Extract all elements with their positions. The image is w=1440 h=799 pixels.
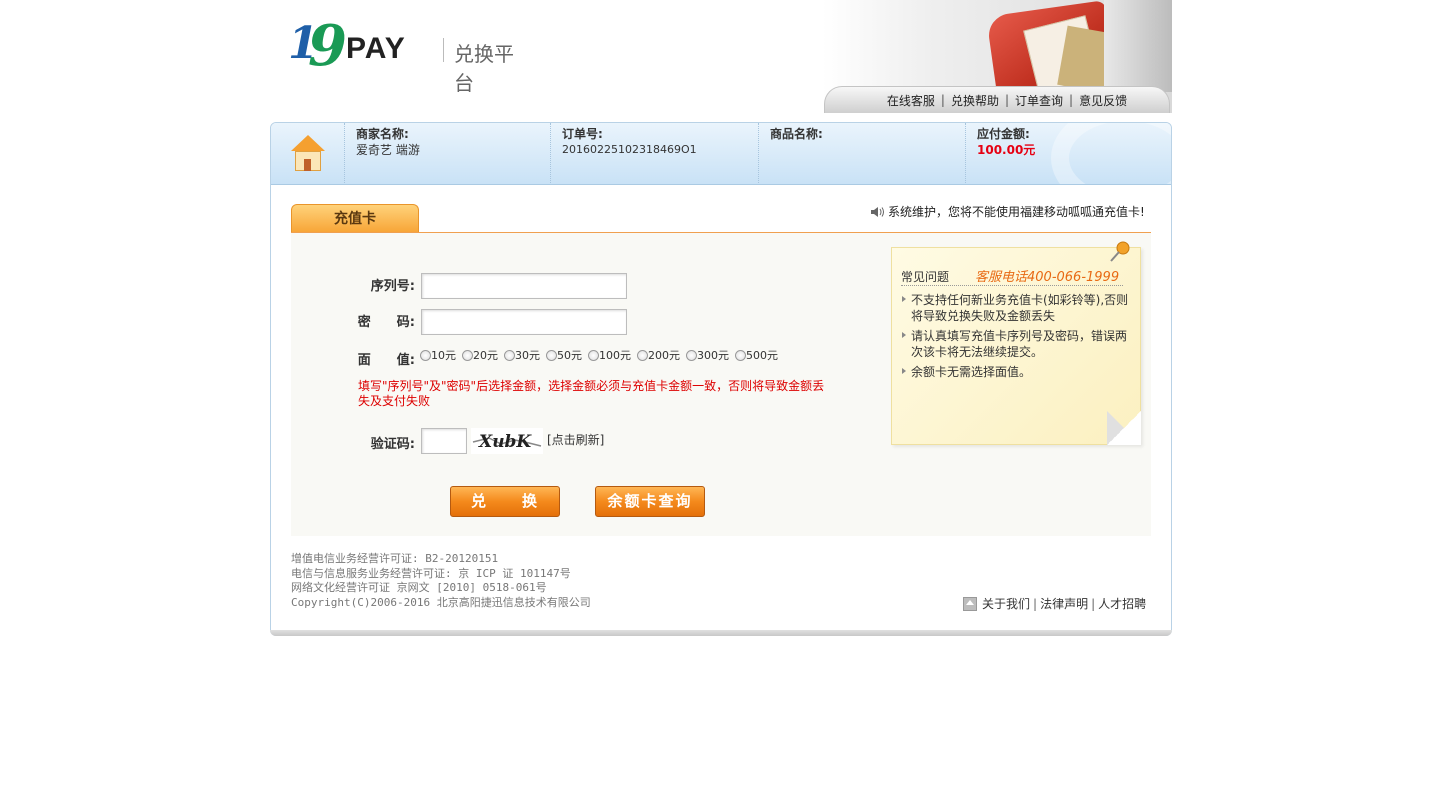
license-info: 增值电信业务经营许可证: B2-20120151 电信与信息服务业务经营许可证:…: [291, 552, 591, 610]
recharge-form-panel: 序列号: 密 码: 面 值: 10元 20元 30元 50元 100元 200元…: [291, 233, 1151, 536]
footer-links: 关于我们 | 法律声明 | 人才招聘: [963, 595, 1146, 612]
captcha-refresh-link[interactable]: [点击刷新]: [547, 431, 604, 448]
link-about-us[interactable]: 关于我们: [982, 595, 1030, 612]
link-separator: |: [1033, 596, 1038, 611]
denomination-option-50[interactable]: 50元: [546, 347, 582, 363]
wallet-clasp-graphic: [1104, 0, 1172, 92]
faq-item: 余额卡无需选择面值。: [901, 364, 1133, 380]
product-info: 商品名称:: [758, 123, 965, 184]
denomination-option-500[interactable]: 500元: [735, 347, 778, 363]
license-line: 增值电信业务经营许可证: B2-20120151: [291, 552, 499, 565]
faq-list: 不支持任何新业务充值卡(如彩铃等),否则将导致兑换失败及金额丢失 请认真填写充值…: [901, 292, 1133, 384]
nav-order-query[interactable]: 订单查询: [1009, 92, 1069, 109]
serial-number-input[interactable]: [421, 273, 627, 299]
exchange-button[interactable]: 兑 换: [450, 486, 560, 517]
tab-recharge-card[interactable]: 充值卡: [291, 204, 419, 233]
merchant-value: 爱奇艺 端游: [356, 143, 420, 157]
service-hotline: 客服电话400-066-1999: [975, 270, 1120, 285]
faq-title: 常见问题: [901, 270, 950, 284]
balance-query-button[interactable]: 余额卡查询: [595, 486, 705, 517]
order-number-value: 20160225102318469O1: [562, 143, 697, 156]
password-input[interactable]: [421, 309, 627, 335]
denomination-options: 10元 20元 30元 50元 100元 200元 300元 500元: [420, 346, 784, 364]
captcha-label: 验证码:: [370, 437, 415, 452]
captcha-input[interactable]: [421, 428, 467, 454]
order-number-info: 订单号: 20160225102318469O1: [550, 123, 758, 184]
radio-button[interactable]: [686, 349, 697, 361]
serial-label: 序列号:: [370, 279, 415, 294]
denomination-label: 面 值:: [357, 353, 415, 368]
house-icon: [291, 135, 325, 173]
maintenance-notice-text: 系统维护，您将不能使用福建移动呱呱通充值卡!: [888, 205, 1143, 219]
logo-divider: [443, 38, 444, 62]
denomination-option-300[interactable]: 300元: [686, 347, 729, 363]
merchant-label: 商家名称:: [356, 127, 409, 141]
amount-info: 应付金额: 100.00元: [965, 123, 1115, 184]
amount-value: 100.00元: [977, 143, 1036, 157]
nav-online-service[interactable]: 在线客服: [881, 92, 941, 109]
home-icon: [963, 596, 977, 611]
amount-label: 应付金额:: [977, 127, 1030, 141]
nav-feedback[interactable]: 意见反馈: [1073, 92, 1133, 109]
password-label: 密 码:: [357, 315, 415, 330]
link-legal[interactable]: 法律声明: [1040, 595, 1088, 612]
radio-button[interactable]: [462, 349, 473, 361]
captcha-image[interactable]: XubK: [471, 428, 543, 454]
denomination-option-100[interactable]: 100元: [588, 347, 631, 363]
faq-item: 请认真填写充值卡序列号及密码，错误两次该卡将无法继续提交。: [901, 328, 1133, 360]
page-curl-corner: [1107, 411, 1141, 445]
radio-button[interactable]: [420, 349, 431, 361]
link-separator: |: [1091, 596, 1096, 611]
denomination-option-20[interactable]: 20元: [462, 347, 498, 363]
faq-item: 不支持任何新业务充值卡(如彩铃等),否则将导致兑换失败及金额丢失: [901, 292, 1133, 324]
nav-exchange-help[interactable]: 兑换帮助: [945, 92, 1005, 109]
site-header: 1 9 PAY 兑换平台 在线客服 | 兑换帮助 | 订单查询 | 意见反馈: [270, 0, 1172, 113]
product-name-label: 商品名称:: [770, 127, 823, 141]
bottom-shadow-bar: [270, 630, 1172, 636]
captcha-glyphs: XubK: [478, 432, 532, 452]
main-panel: 商家名称: 爱奇艺 端游 订单号: 20160225102318469O1 商品…: [270, 122, 1172, 636]
radio-button[interactable]: [735, 349, 746, 361]
merchant-info: 商家名称: 爱奇艺 端游: [344, 123, 550, 184]
radio-button[interactable]: [546, 349, 557, 361]
link-careers[interactable]: 人才招聘: [1098, 595, 1146, 612]
logo-wordmark: PAY: [346, 32, 406, 65]
radio-button[interactable]: [504, 349, 515, 361]
license-line: 电信与信息服务业务经营许可证: 京 ICP 证 101147号: [291, 566, 571, 580]
order-info-bar: 商家名称: 爱奇艺 端游 订单号: 20160225102318469O1 商品…: [271, 123, 1171, 185]
logo-subtitle: 兑换平台: [454, 42, 514, 95]
radio-button[interactable]: [637, 349, 648, 361]
amount-warning-text: 填写"序列号"及"密码"后选择金额，选择金额必须与充值卡金额一致，否则将导致金额…: [358, 379, 825, 408]
logo-mark-nine: 9: [308, 13, 347, 79]
license-line: 网络文化经营许可证 京网文 [2010] 0518-061号: [291, 581, 547, 594]
order-number-label: 订单号:: [562, 127, 603, 141]
denomination-option-10[interactable]: 10元: [420, 347, 456, 363]
denomination-option-30[interactable]: 30元: [504, 347, 540, 363]
denomination-option-200[interactable]: 200元: [637, 347, 680, 363]
speaker-icon: [871, 207, 884, 217]
pin-icon: [1110, 241, 1130, 262]
radio-button[interactable]: [588, 349, 599, 361]
faq-note: 常见问题 客服电话400-066-1999 不支持任何新业务充值卡(如彩铃等),…: [891, 241, 1141, 445]
logo-19pay[interactable]: 1 9 PAY 兑换平台: [288, 13, 528, 95]
faq-header: 常见问题 客服电话400-066-1999: [901, 268, 1123, 286]
top-navigation: 在线客服 | 兑换帮助 | 订单查询 | 意见反馈: [824, 86, 1170, 113]
copyright-line: Copyright(C)2006-2016 北京高阳捷迅信息技术有限公司: [291, 595, 591, 609]
maintenance-notice: 系统维护，您将不能使用福建移动呱呱通充值卡!: [871, 203, 1143, 221]
